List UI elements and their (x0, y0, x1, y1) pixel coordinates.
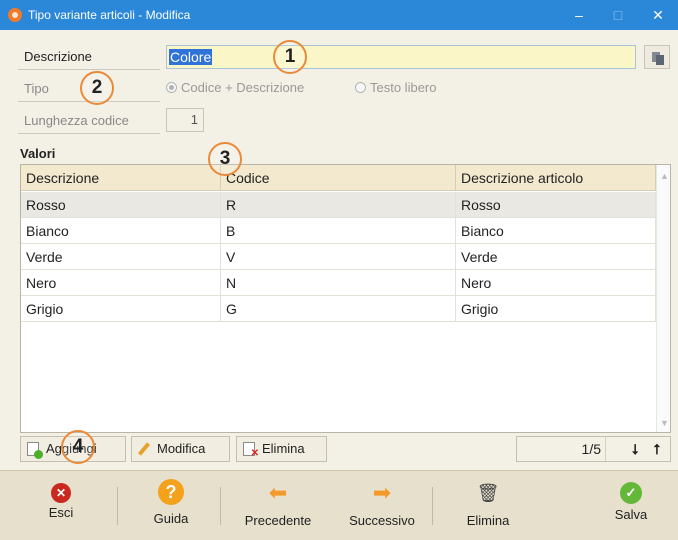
cell-codice: V (221, 244, 456, 270)
column-header-codice[interactable]: Codice (221, 165, 456, 191)
pencil-icon (137, 442, 151, 456)
cell-descrizione: Nero (21, 270, 221, 296)
exit-button[interactable]: Esci (36, 479, 86, 520)
cell-descrizione: Grigio (21, 296, 221, 322)
help-button[interactable]: Guida (146, 479, 196, 526)
arrow-left-icon: ⬅ (268, 480, 288, 505)
copy-button[interactable] (644, 45, 670, 69)
callout-4: 4 (61, 430, 95, 464)
cell-descrizione: Bianco (21, 218, 221, 244)
delete-value-label: Elimina (262, 441, 305, 456)
valori-grid: Descrizione Codice Descrizione articolo … (20, 164, 671, 433)
cell-descrizione: Verde (21, 244, 221, 270)
radio-unselected-icon (355, 82, 366, 93)
window-title: Tipo variante articoli - Modifica (28, 8, 191, 22)
next-label: Successivo (349, 513, 415, 528)
delete-value-button[interactable]: ✕ Elimina (236, 436, 327, 462)
table-row[interactable]: Grigio G Grigio (21, 296, 656, 322)
lunghezza-codice-label: Lunghezza codice (18, 108, 160, 134)
scroll-down-icon[interactable]: ▼ (660, 418, 669, 428)
column-header-descrizione-articolo[interactable]: Descrizione articolo (456, 165, 656, 191)
cell-codice: R (221, 192, 456, 218)
grid-vertical-scrollbar[interactable]: ▲ ▼ (656, 165, 670, 432)
cell-descrizione: Rosso (21, 192, 221, 218)
radio-testo-libero[interactable]: Testo libero (355, 80, 436, 95)
descrizione-label: Descrizione (18, 44, 160, 70)
callout-3: 3 (208, 142, 242, 176)
table-row[interactable]: Verde V Verde (21, 244, 656, 270)
arrow-down-icon[interactable]: ⭣ (625, 439, 645, 459)
delete-record-button[interactable]: 🗑 Elimina (460, 479, 516, 528)
help-icon (158, 479, 184, 505)
callout-2: 2 (80, 71, 114, 105)
close-window-button[interactable]: ✕ (638, 0, 678, 30)
previous-button[interactable]: ⬅ Precedente (236, 479, 320, 528)
record-pager: 1/5 ⭣ ⭡ (516, 436, 671, 462)
radio-codice-descrizione-label: Codice + Descrizione (181, 80, 305, 95)
pager-position: 1/5 (581, 441, 601, 457)
delete-document-icon: ✕ (243, 442, 259, 459)
arrow-right-icon: ➡ (372, 480, 392, 505)
delete-record-label: Elimina (466, 513, 510, 528)
edit-value-label: Modifica (157, 441, 206, 456)
save-button[interactable]: Salva (606, 479, 656, 522)
cell-descrizione-articolo: Rosso (456, 192, 656, 218)
maximize-button[interactable]: □ (598, 0, 638, 30)
cell-descrizione-articolo: Grigio (456, 296, 656, 322)
table-row[interactable]: Bianco B Bianco (21, 218, 656, 244)
cell-codice: B (221, 218, 456, 244)
cell-codice: G (221, 296, 456, 322)
minimize-button[interactable]: – (559, 0, 599, 30)
callout-1: 1 (273, 40, 307, 74)
descrizione-input[interactable]: Colore (166, 45, 636, 69)
radio-testo-libero-label: Testo libero (370, 80, 437, 95)
toolbar-separator (117, 487, 118, 525)
app-icon (8, 8, 22, 22)
valori-section-title: Valori (20, 146, 56, 161)
help-label: Guida (153, 511, 189, 526)
cell-descrizione-articolo: Bianco (456, 218, 656, 244)
save-label: Salva (614, 507, 648, 522)
window-titlebar: Tipo variante articoli - Modifica – □ ✕ (0, 0, 678, 30)
table-row[interactable]: Rosso R Rosso (21, 192, 656, 218)
table-row[interactable]: Nero N Nero (21, 270, 656, 296)
bottom-toolbar: Esci Guida ⬅ Precedente ➡ Successivo 🗑 E… (0, 470, 678, 540)
column-header-descrizione[interactable]: Descrizione (21, 165, 221, 191)
trash-icon: 🗑 (476, 483, 500, 503)
cell-codice: N (221, 270, 456, 296)
descrizione-value: Colore (169, 49, 213, 65)
radio-selected-icon (166, 82, 177, 93)
toolbar-separator (220, 487, 221, 525)
copy-icon-back (656, 55, 664, 65)
add-document-icon (27, 442, 43, 459)
previous-label: Precedente (244, 513, 312, 528)
cell-descrizione-articolo: Nero (456, 270, 656, 296)
grid-header: Descrizione Codice Descrizione articolo (21, 165, 656, 191)
arrow-up-icon[interactable]: ⭡ (647, 439, 667, 459)
edit-value-button[interactable]: Modifica (131, 436, 230, 462)
pager-separator (605, 437, 606, 461)
lunghezza-codice-input[interactable]: 1 (166, 108, 204, 132)
toolbar-separator (432, 487, 433, 525)
next-button[interactable]: ➡ Successivo (340, 479, 424, 528)
scroll-up-icon[interactable]: ▲ (660, 171, 669, 181)
radio-codice-descrizione[interactable]: Codice + Descrizione (166, 80, 304, 95)
exit-icon (51, 483, 71, 503)
exit-label: Esci (48, 505, 74, 520)
cell-descrizione-articolo: Verde (456, 244, 656, 270)
checkmark-icon (620, 482, 642, 504)
